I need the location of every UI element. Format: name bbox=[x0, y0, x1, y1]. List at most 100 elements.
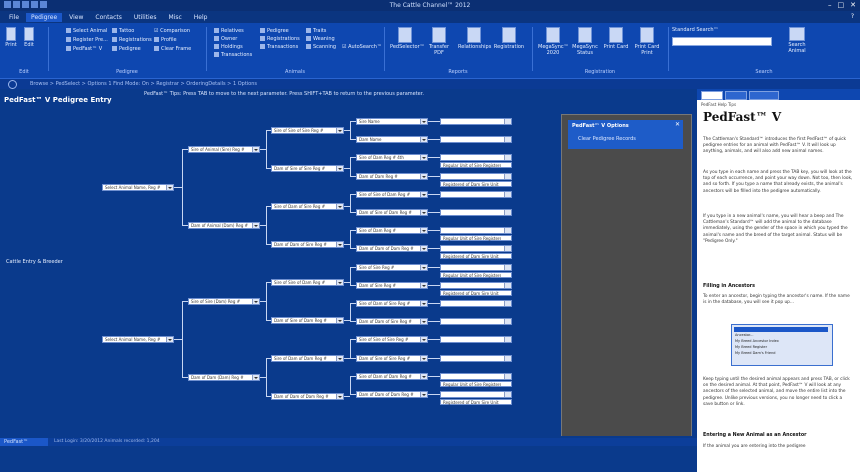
registration-field[interactable] bbox=[440, 190, 512, 198]
autosearch-checkbox[interactable]: ☑ AutoSearch™ bbox=[342, 44, 382, 50]
chevron-down-icon[interactable] bbox=[420, 355, 427, 361]
chevron-down-icon[interactable] bbox=[336, 356, 343, 361]
registration-field[interactable] bbox=[440, 281, 512, 289]
great-grandparent-field[interactable]: Sire of Sire of Dam Reg # bbox=[356, 190, 428, 198]
chevron-down-icon[interactable] bbox=[504, 301, 511, 306]
chevron-down-icon[interactable] bbox=[504, 137, 511, 143]
registration-field[interactable] bbox=[440, 227, 512, 235]
chevron-down-icon[interactable] bbox=[504, 119, 511, 124]
relatives-button[interactable]: Relatives bbox=[214, 28, 244, 34]
grandparent-field[interactable]: Sire of Sire of Sire Reg # bbox=[271, 127, 344, 134]
menu-tab-file[interactable]: File bbox=[4, 13, 24, 22]
chevron-down-icon[interactable] bbox=[420, 282, 427, 288]
grandparent-field[interactable]: Sire of Dam of Dam Reg # bbox=[271, 355, 344, 362]
chevron-down-icon[interactable] bbox=[336, 318, 343, 323]
chevron-down-icon[interactable] bbox=[504, 392, 511, 397]
chevron-down-icon[interactable] bbox=[420, 155, 427, 161]
select-animal-button[interactable]: Select Animal bbox=[66, 28, 107, 34]
registration-note[interactable]: Regular Unit of Sire Registered bbox=[440, 235, 512, 242]
pedigree-button[interactable]: Pedigree bbox=[112, 46, 141, 52]
registration-note[interactable]: Registered of Dam Sire Unit bbox=[440, 399, 512, 405]
chevron-down-icon[interactable] bbox=[504, 210, 511, 215]
chevron-down-icon[interactable] bbox=[504, 282, 511, 288]
clear-frame-button[interactable]: Clear Frame bbox=[154, 46, 191, 52]
menu-tab-pedigree[interactable]: Pedigree bbox=[26, 13, 63, 22]
profile-button[interactable]: Profile bbox=[154, 37, 177, 43]
great-grandparent-field[interactable]: Dam of Sire of Sire Reg # bbox=[356, 354, 428, 362]
great-grandparent-field[interactable]: Dam of Dam of Dam Reg # bbox=[356, 245, 428, 253]
great-grandparent-field[interactable]: Sire of Sire of Sire Reg # bbox=[356, 336, 428, 344]
scanning-button[interactable]: Scanning bbox=[306, 44, 336, 50]
chevron-down-icon[interactable] bbox=[504, 155, 511, 161]
chevron-down-icon[interactable] bbox=[420, 173, 427, 179]
registration-note[interactable]: Registered of Dam Sire Unit bbox=[440, 253, 512, 260]
grandparent-field[interactable]: Dam of Sire of Dam Reg # bbox=[271, 317, 344, 324]
registration-field[interactable] bbox=[440, 318, 512, 326]
chevron-down-icon[interactable] bbox=[504, 246, 511, 252]
registration-field[interactable] bbox=[440, 336, 512, 344]
chevron-down-icon[interactable] bbox=[420, 191, 427, 197]
parent-field[interactable]: Sire of Sire (Dam) Reg # bbox=[188, 298, 260, 305]
chevron-down-icon[interactable] bbox=[252, 223, 259, 228]
chevron-down-icon[interactable] bbox=[504, 191, 511, 197]
chevron-down-icon[interactable] bbox=[420, 119, 427, 124]
great-grandparent-field[interactable]: Dam of Dam of Sire Reg # bbox=[356, 318, 428, 326]
chevron-down-icon[interactable] bbox=[166, 185, 173, 190]
chevron-down-icon[interactable] bbox=[420, 228, 427, 234]
chevron-down-icon[interactable] bbox=[252, 375, 259, 380]
great-grandparent-field[interactable]: Dam Name bbox=[356, 136, 428, 144]
registration-field[interactable] bbox=[440, 372, 512, 380]
chevron-down-icon[interactable] bbox=[420, 210, 427, 215]
chevron-down-icon[interactable] bbox=[336, 128, 343, 133]
register-button[interactable]: Register Pre... bbox=[66, 37, 108, 43]
chevron-down-icon[interactable] bbox=[336, 204, 343, 209]
chevron-down-icon[interactable] bbox=[504, 373, 511, 379]
great-grandparent-field[interactable]: Sire of Dam Reg # bbox=[356, 227, 428, 235]
chevron-down-icon[interactable] bbox=[420, 264, 427, 270]
chevron-down-icon[interactable] bbox=[420, 301, 427, 306]
registration-field[interactable] bbox=[440, 245, 512, 253]
search-input[interactable] bbox=[672, 37, 772, 46]
registration-note[interactable]: Regular Unit of Sire Registered bbox=[440, 162, 512, 169]
registration-field[interactable] bbox=[440, 300, 512, 307]
close-icon[interactable]: ✕ bbox=[675, 121, 680, 128]
registration-field[interactable] bbox=[440, 154, 512, 162]
registration-field[interactable] bbox=[440, 354, 512, 362]
chevron-down-icon[interactable] bbox=[504, 228, 511, 234]
animal-select-field[interactable]: Select Animal Name, Reg # bbox=[102, 336, 174, 343]
edit-button[interactable]: Edit bbox=[22, 27, 36, 48]
search-animal-button[interactable]: Search Animal bbox=[780, 27, 814, 54]
parent-field[interactable]: Sire of Animal (Sire) Reg # bbox=[188, 146, 260, 153]
transactions-button[interactable]: Transactions bbox=[214, 52, 252, 58]
print-card-print-button[interactable]: Print Card Print bbox=[632, 27, 662, 56]
animal-transactions-button[interactable]: Transactions bbox=[260, 44, 298, 50]
help-icon[interactable]: ? bbox=[851, 13, 854, 20]
menu-tab-contacts[interactable]: Contacts bbox=[90, 13, 126, 22]
chevron-down-icon[interactable] bbox=[420, 392, 427, 397]
close-button[interactable]: ✕ bbox=[850, 1, 856, 9]
great-grandparent-field[interactable]: Dam of Dam of Dam Reg # bbox=[356, 391, 428, 398]
chevron-down-icon[interactable] bbox=[504, 355, 511, 361]
registration-field[interactable] bbox=[440, 172, 512, 180]
menu-tab-help[interactable]: Help bbox=[189, 13, 213, 22]
great-grandparent-field[interactable]: Dam of Sire of Dam Reg # bbox=[356, 209, 428, 216]
great-grandparent-field[interactable]: Sire Name bbox=[356, 118, 428, 125]
registration-note[interactable]: Regular Unit of Sire Registered bbox=[440, 380, 512, 387]
great-grandparent-field[interactable]: Sire of Dam Reg # 4th bbox=[356, 154, 428, 162]
registration-field[interactable] bbox=[440, 209, 512, 216]
weaning-button[interactable]: Weaning bbox=[306, 36, 335, 42]
tattoo-button[interactable]: Tattoo bbox=[112, 28, 134, 34]
grandparent-field[interactable]: Dam of Sire of Sire Reg # bbox=[271, 165, 344, 172]
chevron-down-icon[interactable] bbox=[336, 280, 343, 285]
minimize-button[interactable]: – bbox=[828, 1, 832, 9]
chevron-down-icon[interactable] bbox=[420, 319, 427, 325]
registration-note[interactable]: Registered of Dam Sire Unit bbox=[440, 180, 512, 187]
owner-button[interactable]: Owner bbox=[214, 36, 237, 42]
great-grandparent-field[interactable]: Sire of Dam of Sire Reg # bbox=[356, 300, 428, 307]
chevron-down-icon[interactable] bbox=[420, 137, 427, 143]
registrations-button[interactable]: Registrations bbox=[112, 37, 152, 43]
registration-field[interactable] bbox=[440, 136, 512, 144]
chevron-down-icon[interactable] bbox=[336, 394, 343, 399]
parent-field[interactable]: Dam of Animal (Dam) Reg # bbox=[188, 222, 260, 229]
registration-report-button[interactable]: Registration bbox=[492, 27, 526, 50]
